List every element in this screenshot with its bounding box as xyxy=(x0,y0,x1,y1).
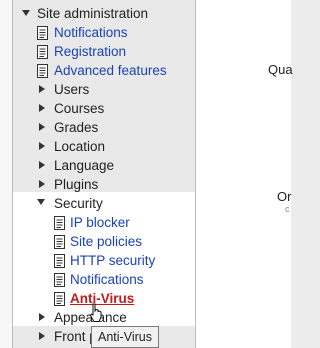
collapse-arrow-icon[interactable] xyxy=(39,180,45,188)
nav-plugins[interactable]: Plugins xyxy=(54,175,98,194)
content-small-fragment: c xyxy=(285,204,290,214)
nav-http-security[interactable]: HTTP security xyxy=(70,251,155,270)
document-icon xyxy=(37,45,48,59)
nav-users[interactable]: Users xyxy=(54,80,89,99)
collapse-arrow-icon[interactable] xyxy=(39,142,45,150)
nav-registration[interactable]: Registration xyxy=(54,42,126,61)
nav-language[interactable]: Language xyxy=(54,156,114,175)
nav-advanced-features-link[interactable]: Advanced features xyxy=(54,63,167,78)
nav-grades-label: Grades xyxy=(54,120,99,135)
nav-courses[interactable]: Courses xyxy=(54,99,104,118)
document-icon xyxy=(54,235,65,249)
nav-location[interactable]: Location xyxy=(54,137,105,156)
expand-arrow-icon[interactable] xyxy=(37,199,45,205)
document-icon xyxy=(37,64,48,78)
nav-language-label: Language xyxy=(54,158,115,173)
nav-site-administration-label: Site administration xyxy=(37,6,149,21)
collapse-arrow-icon[interactable] xyxy=(39,313,45,321)
nav-site-policies-link[interactable]: Site policies xyxy=(70,234,142,249)
tooltip: Anti-Virus xyxy=(91,326,159,348)
nav-security-notifications-link[interactable]: Notifications xyxy=(70,272,144,287)
document-icon xyxy=(54,254,65,268)
main-content-area: Qua Or c xyxy=(196,0,293,348)
hand-cursor-icon xyxy=(89,303,102,322)
nav-notifications[interactable]: Notifications xyxy=(54,23,128,42)
document-icon xyxy=(54,292,65,306)
collapse-arrow-icon[interactable] xyxy=(39,85,45,93)
document-icon xyxy=(54,273,65,287)
document-icon xyxy=(37,26,48,40)
nav-site-policies[interactable]: Site policies xyxy=(70,232,142,251)
nav-users-label: Users xyxy=(54,82,90,97)
nav-site-administration[interactable]: Site administration xyxy=(37,4,148,23)
document-icon xyxy=(54,216,65,230)
nav-location-label: Location xyxy=(54,139,106,154)
navigation-panel: Site administration Notifications Regist… xyxy=(13,0,196,348)
nav-security-label: Security xyxy=(54,196,103,211)
collapse-arrow-icon[interactable] xyxy=(39,332,45,340)
nav-advanced-features[interactable]: Advanced features xyxy=(54,61,167,80)
nav-ip-blocker[interactable]: IP blocker xyxy=(70,213,130,232)
nav-courses-label: Courses xyxy=(54,101,105,116)
nav-security[interactable]: Security xyxy=(54,194,103,213)
content-text-fragment: Or xyxy=(277,189,292,204)
content-text-fragment: Qua xyxy=(268,62,293,77)
expand-site-admin-icon[interactable] xyxy=(22,10,30,16)
left-edge-strip xyxy=(0,0,13,348)
nav-registration-link[interactable]: Registration xyxy=(54,44,126,59)
nav-plugins-label: Plugins xyxy=(54,177,99,192)
collapse-arrow-icon[interactable] xyxy=(39,123,45,131)
nav-notifications-link[interactable]: Notifications xyxy=(54,25,128,40)
nav-grades[interactable]: Grades xyxy=(54,118,98,137)
collapse-arrow-icon[interactable] xyxy=(39,161,45,169)
collapse-arrow-icon[interactable] xyxy=(39,104,45,112)
nav-http-security-link[interactable]: HTTP security xyxy=(70,253,155,268)
nav-ip-blocker-link[interactable]: IP blocker xyxy=(70,215,130,230)
nav-security-notifications[interactable]: Notifications xyxy=(70,270,144,289)
